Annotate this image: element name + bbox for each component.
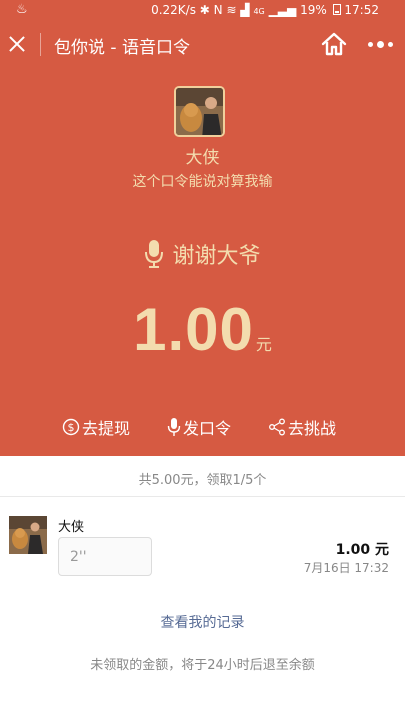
page-title: 包你说 - 语音口令 [54,38,190,58]
claim-time: 7月16日 17:32 [303,561,389,575]
challenge-button[interactable]: 去挑战 [268,415,336,439]
wifi-icon: ≋ [226,3,237,17]
signal-type: 4G [253,7,265,16]
send-command-label: 发口令 [183,419,232,438]
more-dot-icon [377,41,384,48]
claim-summary: 共5.00元，领取1/5个 [138,473,267,488]
voice-phrase: 谢谢大爷 [172,244,261,269]
withdraw-label: 去提现 [82,419,131,438]
amount-display: 1.00 元 [0,295,405,364]
gesture-icon: ♨ [16,2,28,17]
more-dot-icon [388,42,393,47]
dollar-circle-icon: $ [62,418,80,436]
divider [0,496,405,497]
action-row: $ 去提现 发口令 去挑战 [0,415,405,441]
bluetooth-icon: ✱ [199,3,210,17]
my-records-link[interactable]: 查看我的记录 [0,612,405,632]
battery-level: 19% [300,3,327,17]
avatar-photo [9,516,47,554]
claimer-avatar [9,516,47,554]
close-button[interactable] [5,32,29,56]
status-right: 0.22K/s ✱ N ≋ ▟ 4G ▁▃▅ 19% 17:52 [151,3,379,17]
challenge-label: 去挑战 [288,419,337,438]
red-packet-hero: 包你说 - 语音口令 大侠 这个口令能说对算我输 谢谢大爷 1.00 元 $ 去… [0,20,405,456]
microphone-icon [167,418,181,436]
clock: 17:52 [344,3,379,17]
nfc-icon: N [213,3,223,17]
amount-value: 1.00 [133,296,254,363]
sender-slogan: 这个口令能说对算我输 [132,174,273,190]
battery-icon [332,4,341,15]
signal-bars-icon: ▁▃▅ [268,3,297,17]
send-command-button[interactable]: 发口令 [167,415,231,439]
sender-name: 大侠 [185,148,220,168]
signal-icon: ▟ [240,3,250,17]
home-icon [321,32,347,56]
voice-command: 谢谢大爷 [0,238,405,272]
voice-duration: 2'' [70,549,87,565]
share-icon [269,418,285,436]
avatar-photo [176,88,223,135]
svg-text:$: $ [68,421,75,434]
refund-note: 未领取的金额，将于24小时后退至余额 [90,658,315,673]
status-bar: ♨ 0.22K/s ✱ N ≋ ▟ 4G ▁▃▅ 19% 17:52 [0,0,405,20]
claimed-amount: 1.00 元 [335,542,389,558]
more-button[interactable] [368,41,394,48]
claim-record-row: 大侠 2'' 1.00 元 7月16日 17:32 [0,510,405,580]
amount-unit: 元 [255,335,272,354]
microphone-icon [145,240,164,268]
claimer-name: 大侠 [58,520,85,535]
nav-divider [40,33,41,56]
nav-bar: 包你说 - 语音口令 [0,20,405,68]
more-dot-icon [368,42,373,47]
home-button[interactable] [320,31,348,57]
net-speed: 0.22K/s [151,3,196,17]
sender-avatar [174,86,225,137]
voice-message-bubble[interactable]: 2'' [58,537,152,576]
withdraw-button[interactable]: $ 去提现 [62,415,130,439]
